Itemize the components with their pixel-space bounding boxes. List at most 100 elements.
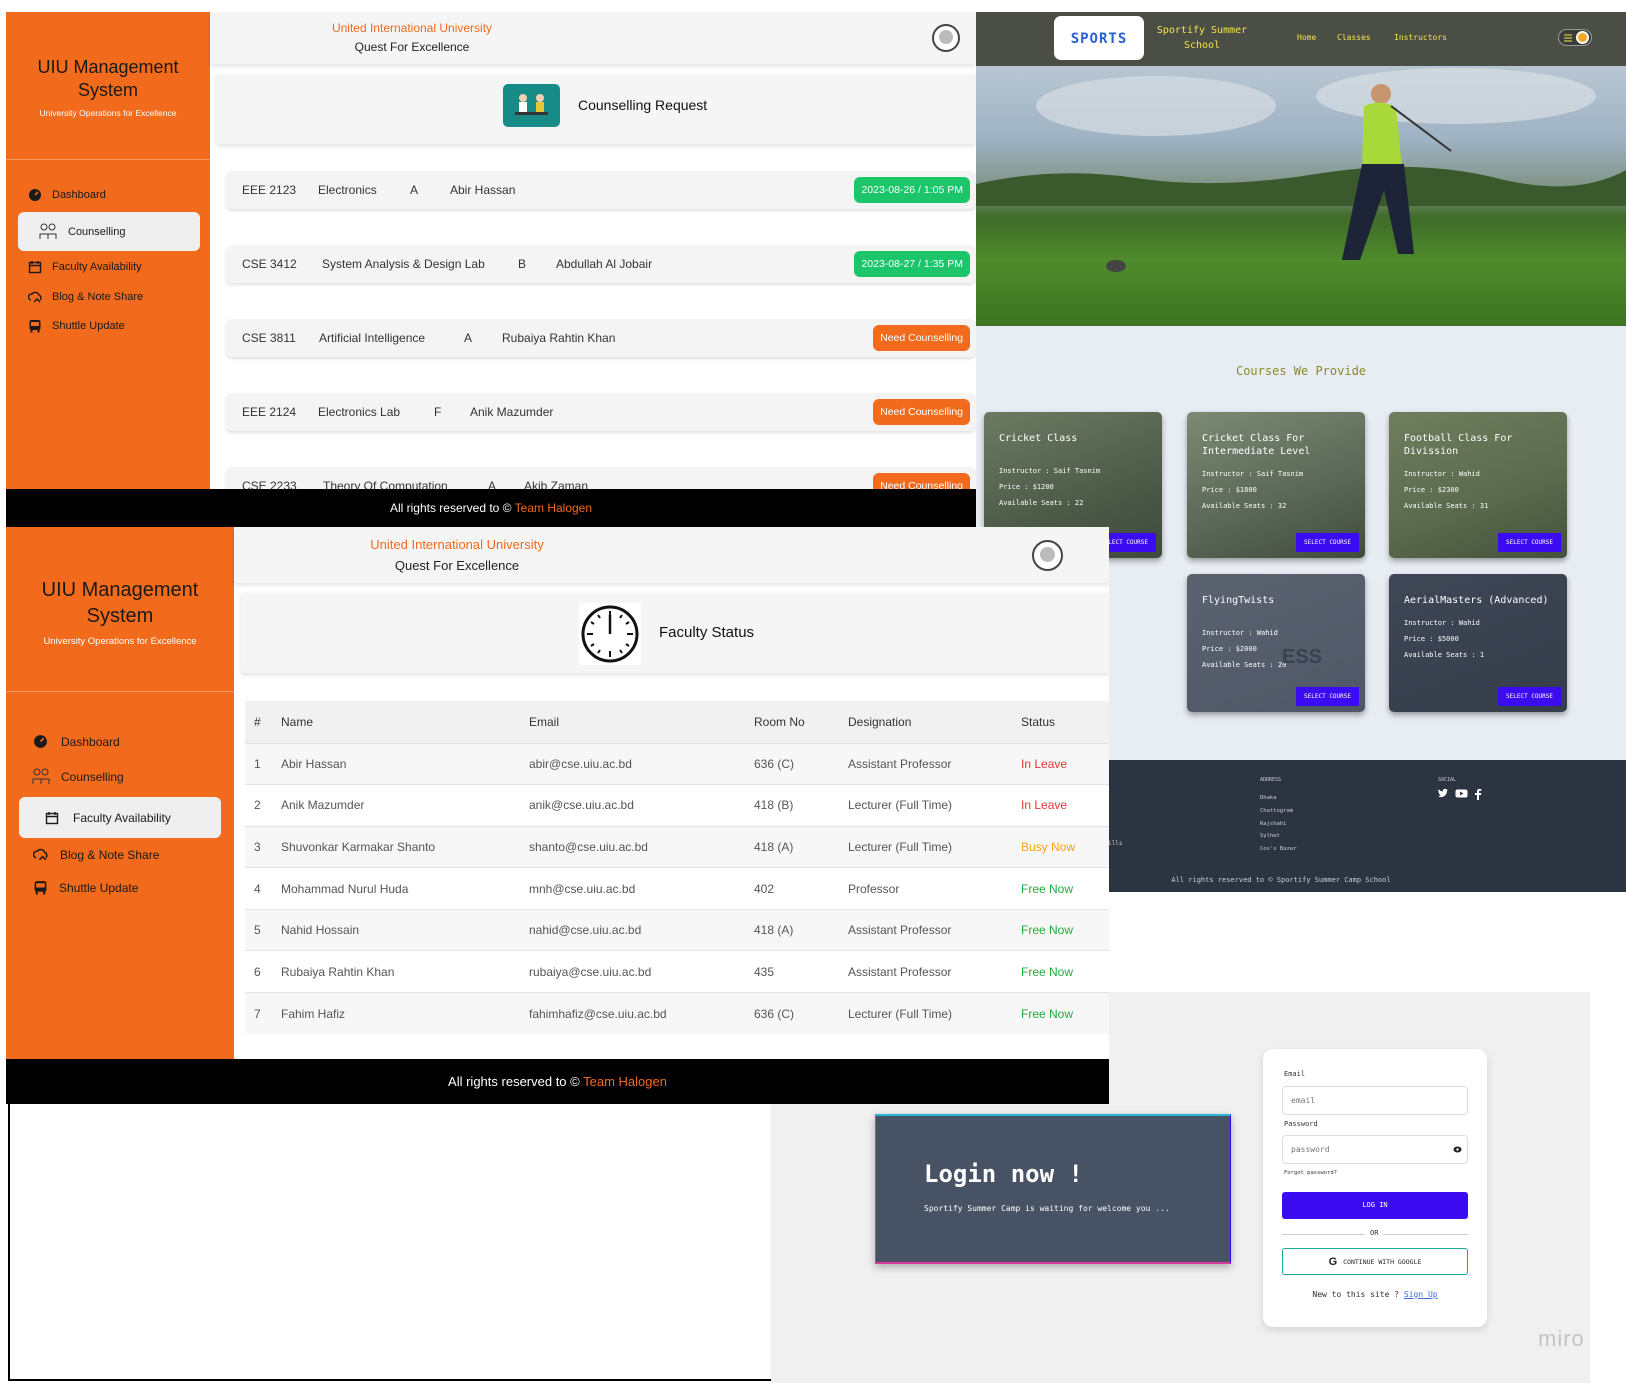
need-counselling-button[interactable]: Need Counselling [873,399,970,425]
table-row[interactable]: 6 Rubaiya Rahtin Khan rubaiya@cse.uiu.ac.b… [245,950,1109,993]
address-item[interactable]: Sylhet [1260,830,1296,843]
cell-status: Free Now [1021,950,1109,993]
nav-label: Dashboard [61,734,120,749]
request-code: CSE 3412 [242,257,297,271]
cell-designation: Assistant Professor [848,742,1021,785]
cell-email: abir@cse.uiu.ac.bd [529,742,754,785]
cell-designation: Lecturer (Full Time) [848,825,1021,868]
request-student: Abir Hassan [450,183,516,197]
motto: Quest For Excellence [394,558,520,573]
nav-label: Blog & Note Share [52,291,144,303]
table-row[interactable]: 5 Nahid Hossain nahid@cse.uiu.ac.bd 418 (A)… [245,908,1109,951]
address-item[interactable]: Chattogram [1260,805,1296,818]
nav-shuttle[interactable]: Shuttle Update [33,880,138,895]
cell-status: Free Now [1021,908,1109,951]
cell-room: 636 (C) [754,992,848,1035]
nav-dashboard[interactable]: Dashboard [33,734,120,749]
brand-subtitle: University Operations for Excellence [43,636,197,647]
cell-name: Fahim Hafiz [281,992,529,1035]
schedule-badge: 2023-08-26 / 1:05 PM [854,177,970,203]
user-avatar[interactable] [1032,540,1063,571]
logo-text: SPORTS [1070,31,1128,47]
twitter-icon[interactable] [1437,788,1449,799]
signup-link[interactable]: Sign Up [1404,1290,1438,1299]
nav-shuttle[interactable]: Shuttle Update [28,319,125,333]
table-row[interactable]: 7 Fahim Hafiz fahimhafiz@cse.uiu.ac.bd 636 … [245,992,1109,1035]
email-field[interactable] [1282,1086,1468,1115]
forgot-password-link[interactable]: Forgot password? [1284,1170,1337,1176]
user-avatar[interactable] [932,24,960,52]
login-button[interactable]: LOG IN [1282,1192,1468,1219]
select-course-button[interactable]: SELECT COURSE [1296,687,1359,706]
course-instructor: Instructor : Wahid [1202,629,1278,637]
sportify-logo[interactable]: SPORTS [1054,16,1144,60]
counselling-illustration-icon [503,84,560,127]
counselling-icon [39,223,57,239]
cell-name: Shuvonkar Karmakar Shanto [281,825,529,868]
counselling-page: UIU Management System University Operati… [6,12,976,527]
footer-team-link[interactable]: Team Halogen [515,501,592,515]
banner-subtitle: Sportify Summer Camp is waiting for welc… [924,1204,1170,1213]
request-row[interactable]: EEE 2123 Electronics A Abir Hassan 2023-08-2… [226,171,976,209]
faculty-table-wrap: # Name Email Room No Designation Status … [245,701,1109,1035]
course-price: Price : $2000 [1202,645,1257,653]
facebook-icon[interactable] [1474,788,1482,800]
nav-blog[interactable]: Blog & Note Share [28,290,143,304]
table-row[interactable]: 3 Shuvonkar Karmakar Shanto shanto@cse.uiu… [245,825,1109,868]
table-row[interactable]: 1 Abir Hassan abir@cse.uiu.ac.bd 636 (C) Ass… [245,742,1109,785]
request-row[interactable]: CSE 3412 System Analysis & Design Lab B Abd… [226,245,976,283]
need-counselling-button[interactable]: Need Counselling [873,325,970,351]
schedule-badge: 2023-08-27 / 1:35 PM [854,251,970,277]
address-item[interactable]: Dhaka [1260,792,1296,805]
table-row[interactable]: 4 Mohammad Nurul Huda mnh@cse.uiu.ac.bd 402… [245,867,1109,910]
select-course-button[interactable]: SELECT COURSE [1296,533,1359,552]
cell-name: Abir Hassan [281,742,529,785]
nav-label: Dashboard [52,189,106,201]
request-row[interactable]: EEE 2124 Electronics Lab F Anik Mazumder Nee… [226,393,976,431]
cell-room: 418 (B) [754,784,848,827]
password-label: Password [1284,1120,1318,1128]
nav-label: Counselling [68,225,126,238]
brand-name: Sportify Summer School [1156,25,1248,51]
cell-n: 1 [245,742,281,785]
nav-instructors[interactable]: Instructors [1394,33,1447,42]
nav-dashboard[interactable]: Dashboard [28,188,106,202]
course-instructor: Instructor : Saif Tasnim [1202,470,1304,478]
select-course-button[interactable]: SELECT COURSE [1498,533,1561,552]
select-course-button[interactable]: SELECT COURSE [1498,687,1561,706]
request-section: A [464,331,473,345]
google-button[interactable]: G CONTINUE WITH GOOGLE [1282,1248,1468,1275]
nav-home[interactable]: Home [1297,33,1316,42]
menu-icon [1564,34,1572,42]
page-title-card: Counselling Request [216,74,976,144]
address-item[interactable]: Cox's Bazar [1260,843,1296,856]
cell-name: Anik Mazumder [281,784,529,827]
top-header: United International University Quest Fo… [234,527,1109,583]
request-student: Abdullah Al Jobair [556,257,653,271]
youtube-icon[interactable] [1455,788,1468,799]
eye-icon[interactable] [1453,1146,1462,1153]
request-code: EEE 2123 [242,183,297,197]
or-text: OR [1365,1229,1384,1237]
password-field[interactable] [1282,1135,1468,1164]
footer-team-link[interactable]: Team Halogen [583,1074,667,1089]
address-item[interactable]: Rajshahi [1260,818,1296,831]
cell-status: In Leave [1021,742,1109,785]
course-card: Football Class For Divission Instructor :… [1389,412,1567,558]
nav-faculty-availability[interactable]: Faculty Availability [19,797,221,838]
course-name: Football Class For Divission [1404,433,1513,457]
course-instructor: Instructor : Saif Tasnim [999,467,1101,475]
nav-blog[interactable]: Blog & Note Share [33,847,159,862]
theme-toggle[interactable] [1558,29,1592,46]
footer: All rights reserved to © Team Halogen [6,1059,1109,1104]
faculty-table: # Name Email Room No Designation Status … [245,701,1109,1035]
nav-counselling[interactable]: Counselling [18,212,200,251]
footer-text: All rights reserved to © [448,1074,580,1089]
nav-classes[interactable]: Classes [1337,33,1371,42]
dashboard-icon [34,735,47,748]
nav-faculty-availability[interactable]: Faculty Availability [28,260,142,274]
nav-counselling[interactable]: Counselling [31,767,124,787]
table-row[interactable]: 2 Anik Mazumder anik@cse.uiu.ac.bd 418 (B) L… [245,784,1109,827]
cell-name: Rubaiya Rahtin Khan [281,950,529,993]
request-row[interactable]: CSE 3811 Artificial Intelligence A Rubaiya … [226,319,976,357]
